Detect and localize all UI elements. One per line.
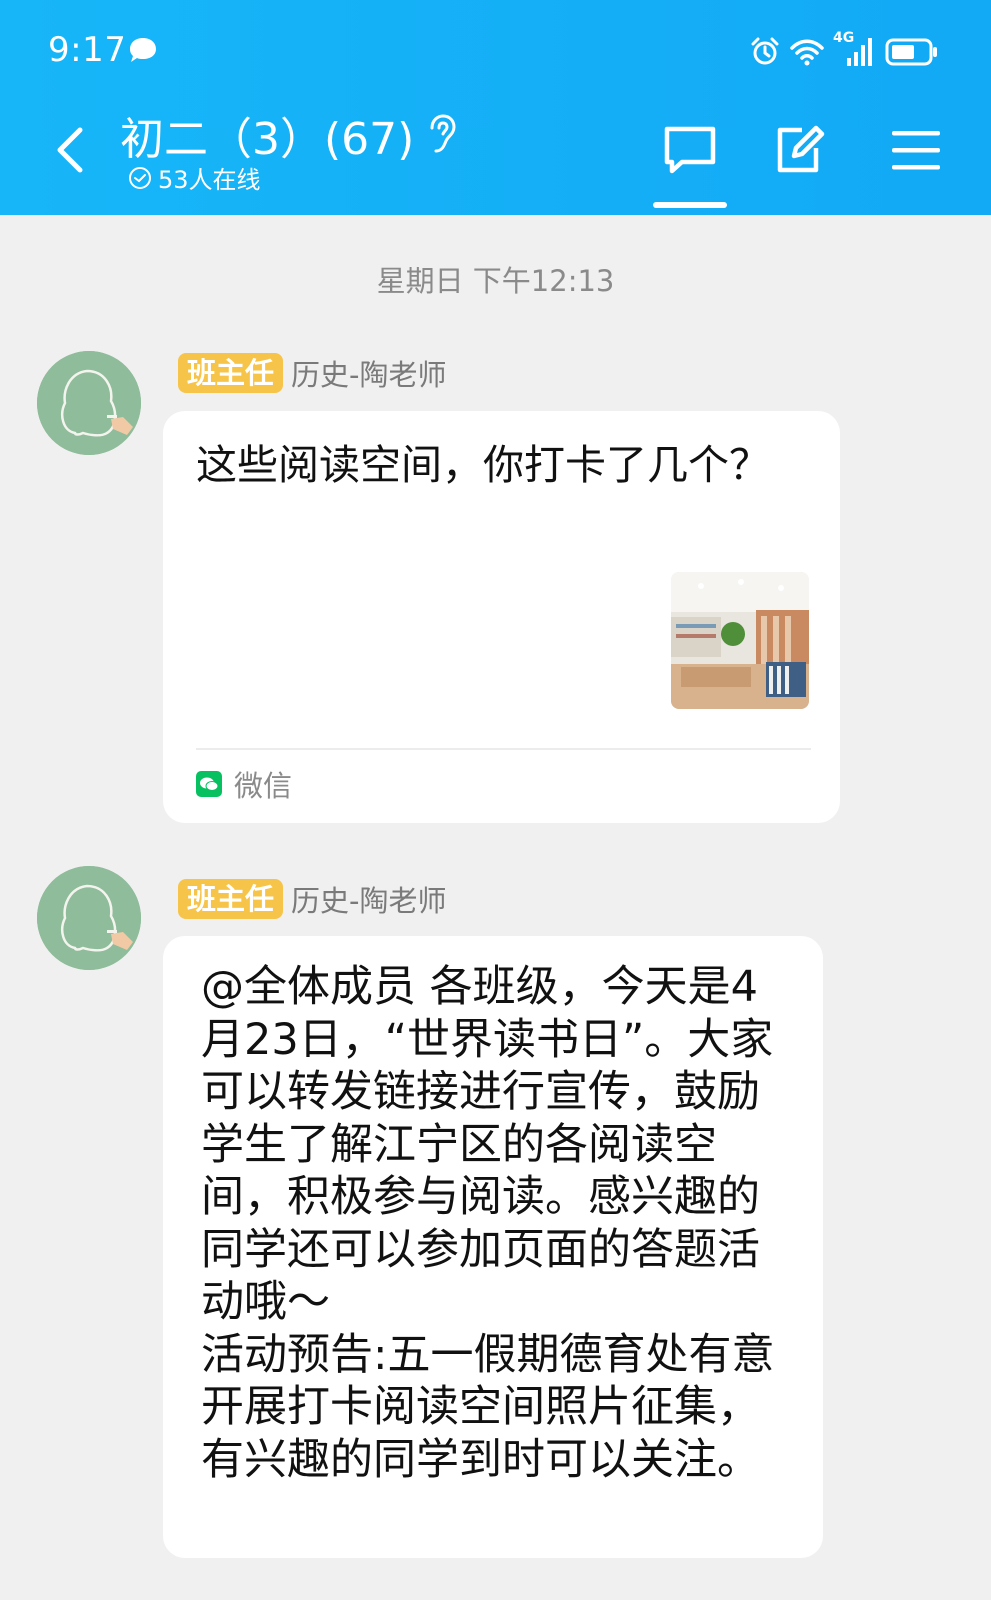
- active-tab-indicator: [653, 202, 727, 208]
- role-badge: 班主任: [178, 353, 284, 393]
- check-circle-icon: [129, 166, 151, 189]
- message-sender: 班主任 历史-陶老师: [178, 878, 446, 920]
- online-count: 53人在线: [158, 166, 261, 194]
- online-status: 53人在线: [128, 160, 261, 195]
- chalk-penguin-avatar-icon: [37, 866, 141, 970]
- link-title: 这些阅读空间，你打卡了几个？: [196, 441, 770, 489]
- card-divider: [196, 748, 811, 750]
- avatar[interactable]: [37, 866, 141, 970]
- sender-name[interactable]: 历史-陶老师: [291, 878, 446, 920]
- back-icon[interactable]: [48, 118, 96, 182]
- chat-icon: [664, 126, 716, 174]
- avatar[interactable]: [37, 351, 141, 455]
- edit-button[interactable]: [764, 118, 836, 182]
- wifi-icon: [790, 39, 824, 66]
- status-icons: 4G: [749, 30, 939, 70]
- edit-icon: [777, 125, 825, 173]
- chat-tab-button[interactable]: [654, 118, 726, 182]
- message-bubble[interactable]: @全体成员 各班级，今天是4月23日，“世界读书日”。大家可以转发链接进行宣传，…: [163, 936, 823, 1558]
- ear-icon[interactable]: [424, 112, 460, 156]
- chalk-penguin-avatar-icon: [37, 351, 141, 455]
- link-source: 微信: [196, 763, 292, 805]
- shared-link-card[interactable]: 这些阅读空间，你打卡了几个？ 微信: [163, 411, 840, 823]
- message-icon: [130, 38, 156, 62]
- group-title[interactable]: 初二（3）(67): [120, 103, 414, 167]
- reading-room-image-icon: [671, 572, 809, 709]
- message-text: @全体成员 各班级，今天是4月23日，“世界读书日”。大家可以转发链接进行宣传，…: [201, 962, 775, 1485]
- wechat-icon: [196, 771, 222, 797]
- status-bar: 9:17 4G: [0, 0, 991, 100]
- signal-icon: 4G: [833, 30, 877, 70]
- role-badge: 班主任: [178, 879, 284, 919]
- message-sender: 班主任 历史-陶老师: [178, 352, 446, 394]
- source-label: 微信: [234, 769, 293, 803]
- battery-icon: [885, 38, 937, 66]
- status-time: 9:17: [48, 30, 127, 70]
- alarm-icon: [751, 37, 779, 65]
- sender-name[interactable]: 历史-陶老师: [291, 352, 446, 394]
- day-timestamp: 星期日 下午12:13: [376, 264, 615, 298]
- menu-icon: [892, 131, 940, 170]
- link-thumbnail: [671, 572, 809, 709]
- header-bar: 9:17 4G 初二（3）(67) 53人在线: [0, 0, 991, 215]
- menu-button[interactable]: [880, 118, 952, 182]
